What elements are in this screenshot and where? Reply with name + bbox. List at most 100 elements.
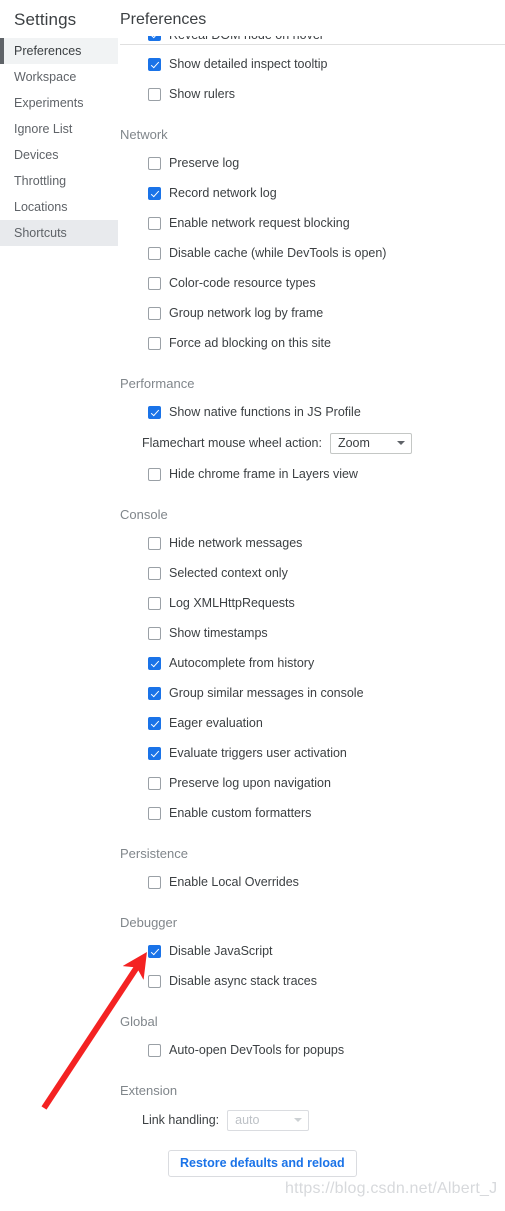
chevron-down-icon xyxy=(294,1118,303,1122)
setting-row-evaluate-triggers-user-activation[interactable]: Evaluate triggers user activation xyxy=(120,738,505,768)
checkbox-log-xmlhttprequests[interactable] xyxy=(148,596,161,610)
section-title-persistence: Persistence xyxy=(120,846,188,861)
sidebar-item-devices[interactable]: Devices xyxy=(0,142,118,168)
checkbox-auto-open-devtools-for-popups[interactable] xyxy=(148,1043,161,1057)
setting-label: Enable custom formatters xyxy=(169,806,312,820)
setting-label: Enable Local Overrides xyxy=(169,875,299,889)
checkbox-hide-chrome-frame-in-layers-view[interactable] xyxy=(148,467,161,481)
checkbox-enable-local-overrides[interactable] xyxy=(148,875,161,889)
select-flamechart-mouse-wheel-action[interactable]: Zoom xyxy=(329,432,412,454)
setting-row-flamechart-mouse-wheel-action: Flamechart mouse wheel action: Zoom xyxy=(120,427,505,459)
setting-label: Record network log xyxy=(169,186,277,200)
sidebar-item-label: Throttling xyxy=(14,174,67,188)
setting-label: Log XMLHttpRequests xyxy=(169,596,295,610)
setting-row-group-similar-messages-in-console[interactable]: Group similar messages in console xyxy=(120,678,505,708)
setting-row-preserve-log-upon-navigation[interactable]: Preserve log upon navigation xyxy=(120,768,505,798)
setting-row-preserve-log[interactable]: Preserve log xyxy=(120,148,505,178)
checkbox-force-ad-blocking-on-this-site[interactable] xyxy=(148,336,161,350)
setting-row-record-network-log[interactable]: Record network log xyxy=(120,178,505,208)
checkbox-eager-evaluation[interactable] xyxy=(148,716,161,730)
setting-row-enable-network-request-blocking[interactable]: Enable network request blocking xyxy=(120,208,505,238)
setting-row-enable-custom-formatters[interactable]: Enable custom formatters xyxy=(120,798,505,828)
setting-row-auto-open-devtools-for-popups[interactable]: Auto-open DevTools for popups xyxy=(120,1035,505,1065)
checkbox-show-rulers[interactable] xyxy=(148,87,161,101)
setting-row-show-detailed-inspect-tooltip[interactable]: Show detailed inspect tooltip xyxy=(120,49,505,79)
setting-label: Group network log by frame xyxy=(169,306,324,320)
checkbox-group-similar-messages-in-console[interactable] xyxy=(148,686,161,700)
section-title-debugger: Debugger xyxy=(120,915,178,930)
setting-row-link-handling: Link handling: auto xyxy=(120,1104,505,1136)
clipped-setting-row[interactable]: Reveal DOM node on hover xyxy=(148,36,505,44)
section-title-global: Global xyxy=(120,1014,158,1029)
section-title-performance: Performance xyxy=(120,376,195,391)
checkbox-record-network-log[interactable] xyxy=(148,186,161,200)
sidebar-item-throttling[interactable]: Throttling xyxy=(0,168,118,194)
setting-row-disable-cache-while-devtools-is-open[interactable]: Disable cache (while DevTools is open) xyxy=(120,238,505,268)
setting-label: Hide chrome frame in Layers view xyxy=(169,467,358,481)
page-title: Preferences xyxy=(120,11,207,28)
setting-label: Autocomplete from history xyxy=(169,656,315,670)
sidebar-item-label: Workspace xyxy=(14,70,77,84)
checkbox-reveal-dom-node-on-hover[interactable] xyxy=(148,36,161,41)
checkbox-color-code-resource-types[interactable] xyxy=(148,276,161,290)
sidebar-item-experiments[interactable]: Experiments xyxy=(0,90,118,116)
sidebar-item-preferences[interactable]: Preferences xyxy=(0,38,118,64)
setting-row-force-ad-blocking-on-this-site[interactable]: Force ad blocking on this site xyxy=(120,328,505,358)
checkbox-disable-cache-while-devtools-is-open[interactable] xyxy=(148,246,161,260)
section-title-extension: Extension xyxy=(120,1083,178,1098)
select-link-handling: auto xyxy=(227,1109,310,1131)
sidebar-item-label: Preferences xyxy=(14,44,82,58)
select-value: Zoom xyxy=(337,436,370,450)
setting-label: Show rulers xyxy=(169,87,235,101)
select-label-link-handling: Link handling: xyxy=(142,1113,220,1127)
sidebar-item-locations[interactable]: Locations xyxy=(0,194,118,220)
setting-label: Force ad blocking on this site xyxy=(169,336,331,350)
setting-label: Evaluate triggers user activation xyxy=(169,746,347,760)
sidebar-item-shortcuts[interactable]: Shortcuts xyxy=(0,220,118,246)
sidebar-item-ignore-list[interactable]: Ignore List xyxy=(0,116,118,142)
preferences-scroll-area[interactable]: Reveal DOM node on hover Show detailed i… xyxy=(118,36,505,1177)
checkbox-preserve-log[interactable] xyxy=(148,156,161,170)
sidebar-item-workspace[interactable]: Workspace xyxy=(0,64,118,90)
chevron-down-icon xyxy=(396,441,405,445)
setting-row-disable-async-stack-traces[interactable]: Disable async stack traces xyxy=(120,966,505,996)
checkbox-preserve-log-upon-navigation[interactable] xyxy=(148,776,161,790)
checkbox-disable-async-stack-traces[interactable] xyxy=(148,974,161,988)
checkbox-autocomplete-from-history[interactable] xyxy=(148,656,161,670)
setting-label: Show timestamps xyxy=(169,626,268,640)
setting-row-show-rulers[interactable]: Show rulers xyxy=(120,79,505,109)
preferences-pane: Preferences Reveal DOM node on hover Sho… xyxy=(118,0,505,1211)
restore-defaults-and-reload-button[interactable]: Restore defaults and reload xyxy=(168,1150,357,1177)
settings-title: Settings xyxy=(14,10,77,29)
checkbox-selected-context-only[interactable] xyxy=(148,566,161,580)
checkbox-show-timestamps[interactable] xyxy=(148,626,161,640)
setting-row-hide-chrome-frame-in-layers-view[interactable]: Hide chrome frame in Layers view xyxy=(120,459,505,489)
setting-row-enable-local-overrides[interactable]: Enable Local Overrides xyxy=(120,867,505,897)
setting-row-log-xmlhttprequests[interactable]: Log XMLHttpRequests xyxy=(120,588,505,618)
checkbox-group-network-log-by-frame[interactable] xyxy=(148,306,161,320)
setting-label: Enable network request blocking xyxy=(169,216,350,230)
setting-label: Preserve log upon navigation xyxy=(169,776,331,790)
setting-label: Auto-open DevTools for popups xyxy=(169,1043,345,1057)
setting-label: Selected context only xyxy=(169,566,288,580)
clipped-setting-label: Reveal DOM node on hover xyxy=(169,36,324,42)
setting-label: Hide network messages xyxy=(169,536,303,550)
setting-row-selected-context-only[interactable]: Selected context only xyxy=(120,558,505,588)
checkbox-show-detailed-inspect-tooltip[interactable] xyxy=(148,57,161,71)
setting-row-group-network-log-by-frame[interactable]: Group network log by frame xyxy=(120,298,505,328)
setting-row-disable-javascript[interactable]: Disable JavaScript xyxy=(120,936,505,966)
setting-row-hide-network-messages[interactable]: Hide network messages xyxy=(120,528,505,558)
checkbox-show-native-functions-in-js-profile[interactable] xyxy=(148,405,161,419)
checkbox-enable-network-request-blocking[interactable] xyxy=(148,216,161,230)
setting-row-color-code-resource-types[interactable]: Color-code resource types xyxy=(120,268,505,298)
section-title-console: Console xyxy=(120,507,168,522)
setting-label: Show native functions in JS Profile xyxy=(169,405,361,419)
checkbox-hide-network-messages[interactable] xyxy=(148,536,161,550)
setting-row-eager-evaluation[interactable]: Eager evaluation xyxy=(120,708,505,738)
checkbox-evaluate-triggers-user-activation[interactable] xyxy=(148,746,161,760)
checkbox-disable-javascript[interactable] xyxy=(148,944,161,958)
setting-row-autocomplete-from-history[interactable]: Autocomplete from history xyxy=(120,648,505,678)
setting-row-show-timestamps[interactable]: Show timestamps xyxy=(120,618,505,648)
checkbox-enable-custom-formatters[interactable] xyxy=(148,806,161,820)
setting-row-show-native-functions-in-js-profile[interactable]: Show native functions in JS Profile xyxy=(120,397,505,427)
